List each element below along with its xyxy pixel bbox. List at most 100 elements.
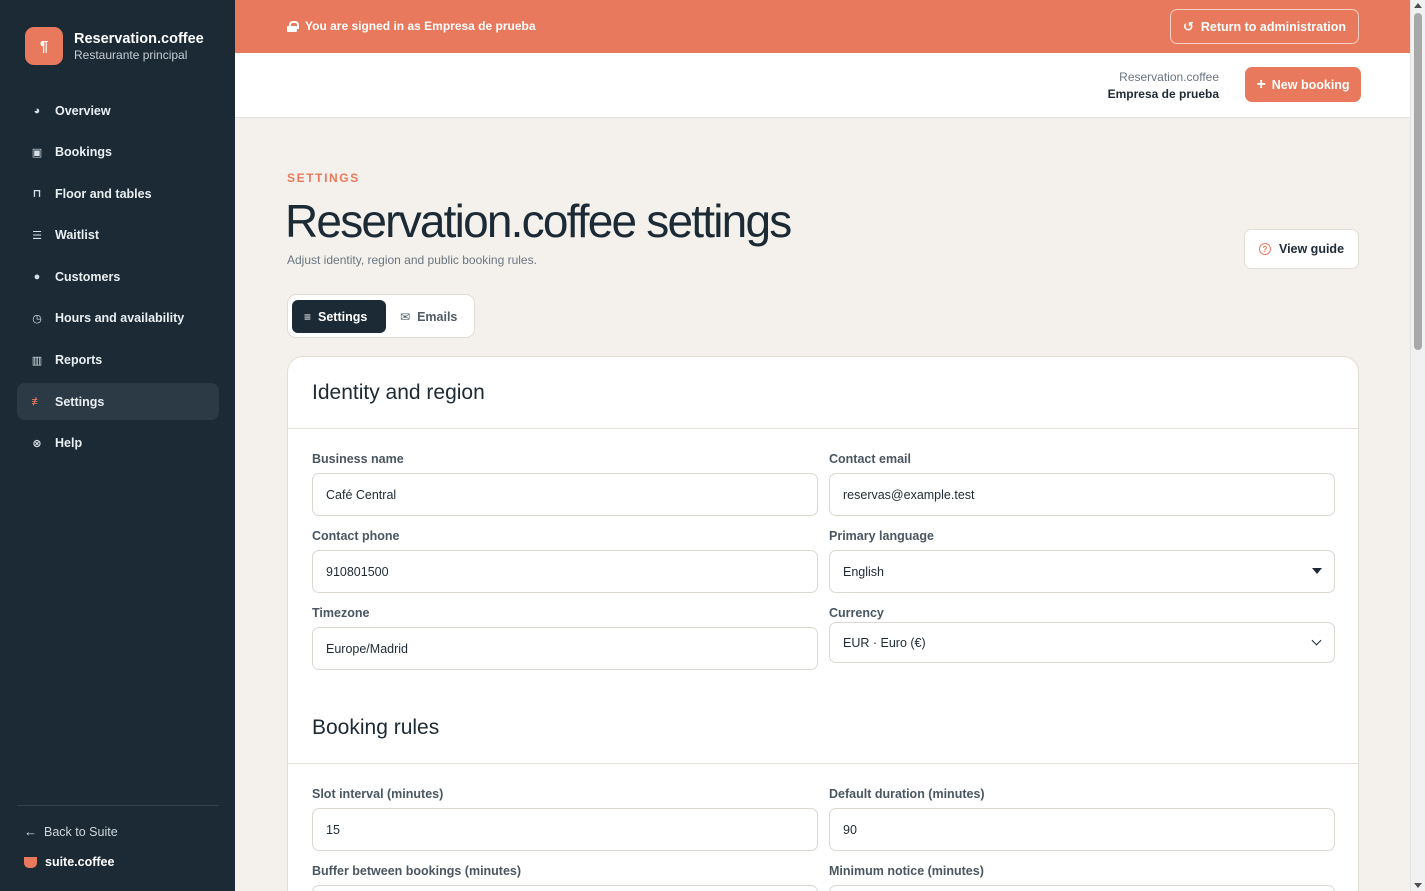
contact-phone-input[interactable]: 910801500 [312,550,818,593]
contact-email-input[interactable]: reservas@example.test [829,473,1335,516]
sliders-icon: ≢ [31,395,43,408]
sidebar-item-label: Waitlist [55,228,99,243]
sidebar-item-overview[interactable]: ◕ Overview [17,92,219,129]
primary-language-select[interactable]: English [829,550,1335,593]
list-icon: ☰ [32,229,42,242]
default-duration-input[interactable]: 90 [829,808,1335,851]
sidebar-divider [17,805,219,806]
new-booking-button[interactable]: + New booking [1245,67,1361,102]
buffer-input[interactable] [312,885,818,891]
sidebar-item-label: Floor and tables [55,186,152,201]
sidebar-item-label: Customers [55,269,121,284]
banner-message: You are signed in as Empresa de prueba [287,19,536,33]
caret-down-icon [1312,568,1322,574]
tab-label: Settings [318,309,368,324]
booking-rules-section-title: Booking rules [312,716,440,739]
account-info: Reservation.coffee Empresa de prueba [1108,69,1219,103]
settings-tabs: ≡ Settings ✉ Emails [287,294,475,338]
timezone-label: Timezone [312,606,370,620]
settings-card: Identity and region Business name Café C… [287,356,1359,891]
identity-section-title: Identity and region [312,381,485,404]
page-eyebrow: SETTINGS [287,171,360,185]
primary-language-value: English [843,564,884,579]
main-content: SETTINGS Reservation.coffee settings Adj… [235,118,1410,891]
chair-icon: ⊓ [32,188,42,201]
brand-subtitle: Restaurante principal [74,47,188,62]
plus-icon: + [1256,75,1266,93]
chart-icon: ▥ [31,354,43,367]
envelope-icon: ✉ [400,309,411,324]
view-guide-button[interactable]: ? View guide [1244,229,1359,269]
pie-chart-icon: ◕ [33,104,41,117]
return-button-label: Return to administration [1200,19,1347,34]
utensils-icon: ¶ [25,27,63,65]
company-name: Empresa de prueba [1107,87,1219,101]
clock-icon: ◷ [32,312,42,325]
page-subtitle: Adjust identity, region and public booki… [287,253,537,267]
currency-label: Currency [829,606,884,620]
new-booking-label: New booking [1271,77,1350,92]
sidebar-item-label: Settings [55,394,105,409]
undo-icon: ↺ [1182,18,1194,34]
section-divider [288,763,1358,764]
top-bar: Reservation.coffee Empresa de prueba + N… [235,53,1410,118]
buffer-label: Buffer between bookings (minutes) [312,864,522,878]
sidebar-item-label: Help [55,436,83,451]
default-duration-label: Default duration (minutes) [829,787,985,801]
contact-phone-label: Contact phone [312,529,400,543]
sidebar-item-customers[interactable]: ● Customers [17,258,219,295]
impersonation-banner: You are signed in as Empresa de prueba ↺… [235,0,1410,53]
contact-email-label: Contact email [829,452,911,466]
chevron-down-icon [1311,635,1322,646]
sidebar-item-help[interactable]: ⊗ Help [17,425,219,462]
page-scrollbar[interactable] [1410,0,1425,891]
sidebar-item-settings[interactable]: ≢ Settings [17,383,219,421]
section-divider [288,428,1358,429]
sidebar-nav: ◕ Overview ▣ Bookings ⊓ Floor and tables… [17,92,219,466]
tab-label: Emails [417,309,458,324]
sidebar: ¶ Reservation.coffee Restaurante princip… [0,0,235,891]
sidebar-item-label: Reports [55,353,103,368]
banner-text: You are signed in as Empresa de prueba [305,19,536,33]
return-to-administration-button[interactable]: ↺ Return to administration [1170,9,1359,44]
tab-settings[interactable]: ≡ Settings [292,300,386,333]
sidebar-item-hours-and-availability[interactable]: ◷ Hours and availability [17,300,219,337]
coffee-cup-icon [24,856,37,868]
view-guide-label: View guide [1278,242,1345,256]
sidebar-item-waitlist[interactable]: ☰ Waitlist [17,217,219,254]
brand-title: Reservation.coffee [74,30,204,47]
sidebar-item-label: Hours and availability [55,311,185,326]
currency-value: EUR · Euro (€) [843,635,926,650]
arrow-left-icon: ← [24,824,37,839]
slot-interval-label: Slot interval (minutes) [312,787,444,801]
brand[interactable]: ¶ Reservation.coffee Restaurante princip… [25,27,204,65]
scroll-up-icon[interactable] [1414,3,1422,8]
help-circle-icon: ? [1258,243,1271,255]
back-to-suite-label: Back to Suite [44,824,118,839]
app-name: Reservation.coffee [1119,70,1219,84]
back-to-suite-link[interactable]: ← Back to Suite [24,824,118,839]
sliders-icon: ≡ [304,309,312,324]
scroll-thumb[interactable] [1414,13,1422,350]
calendar-icon: ▣ [31,146,43,159]
sidebar-item-reports[interactable]: ▥ Reports [17,342,219,379]
suite-logo[interactable]: suite.coffee [24,855,114,869]
minimum-notice-label: Minimum notice (minutes) [829,864,984,878]
lock-icon [287,20,299,32]
business-name-input[interactable]: Café Central [312,473,818,516]
currency-select[interactable]: EUR · Euro (€) [829,622,1335,663]
page-title: Reservation.coffee settings [285,195,792,247]
tab-emails[interactable]: ✉ Emails [388,300,469,333]
scroll-down-icon[interactable] [1414,883,1422,888]
timezone-input[interactable]: Europe/Madrid [312,627,818,670]
lifebuoy-icon: ⊗ [32,437,42,450]
minimum-notice-input[interactable] [829,885,1335,891]
sidebar-item-label: Bookings [55,145,112,160]
sidebar-item-bookings[interactable]: ▣ Bookings [17,134,219,171]
sidebar-item-floor-and-tables[interactable]: ⊓ Floor and tables [17,175,219,212]
sidebar-item-label: Overview [55,103,111,118]
suite-logo-label: suite.coffee [45,855,115,869]
slot-interval-input[interactable]: 15 [312,808,818,851]
primary-language-label: Primary language [829,529,934,543]
users-icon: ● [33,270,41,283]
